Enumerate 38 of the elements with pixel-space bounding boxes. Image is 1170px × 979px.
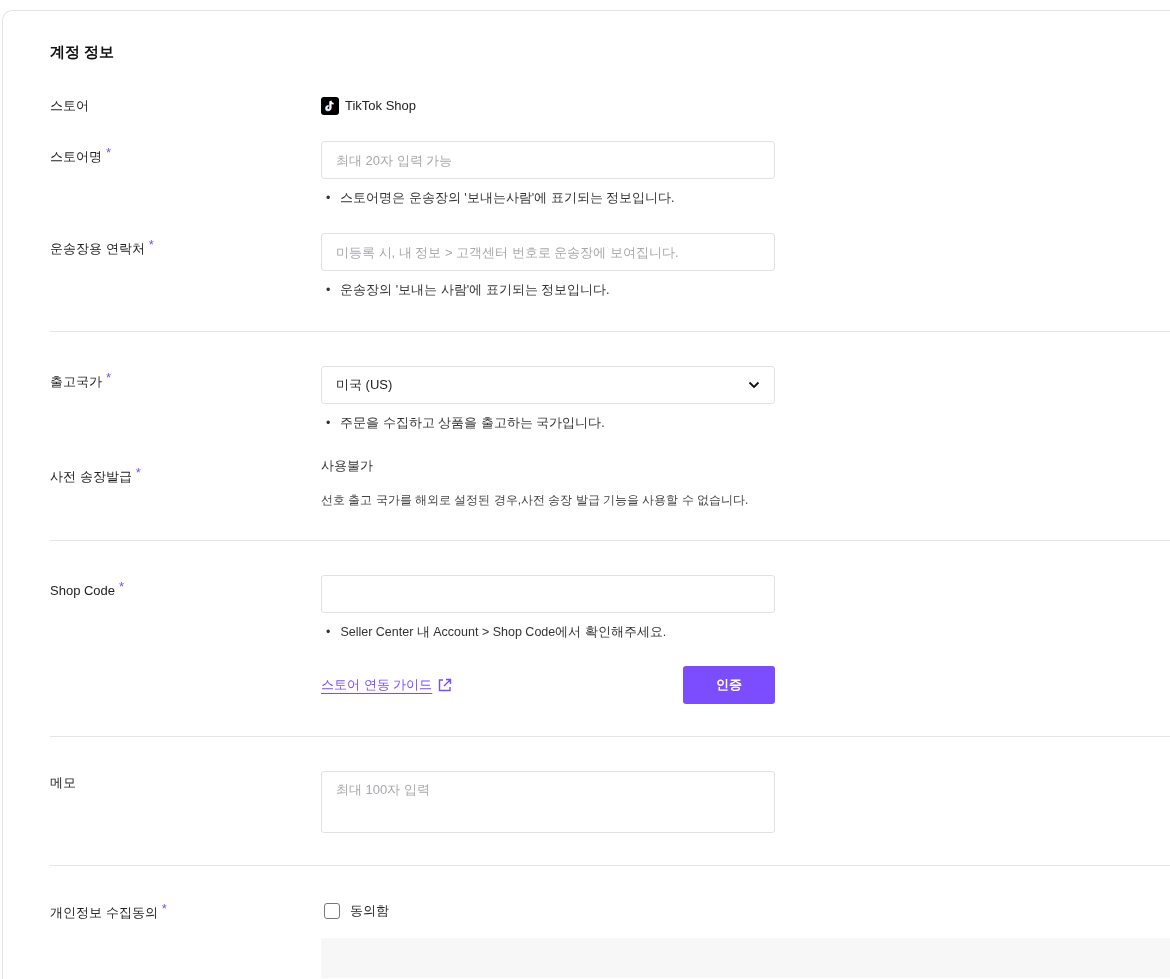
field-label: Shop Code [50, 583, 116, 598]
music-note-logo-icon [321, 97, 339, 115]
field-label: 스토어명 [50, 149, 102, 164]
required-mark: * [148, 237, 154, 252]
bullet: • [326, 624, 331, 641]
required-mark: * [106, 370, 112, 385]
country-dropdown[interactable]: 미국 (US) [321, 366, 775, 404]
input-field[interactable]: 최대 20자 입력 가능 [321, 141, 775, 179]
checkbox[interactable] [324, 903, 340, 919]
memo-field[interactable]: 최대 100자 입력 [321, 771, 775, 833]
bullet: • [326, 415, 331, 432]
description-text: 선호 출고 국가를 해외로 설정된 경우,사전 송장 발급 기능을 사용할 수 없습니다. [321, 492, 750, 508]
input-field[interactable] [321, 575, 775, 613]
hint-text: 스토어명은 운송장의 '보내는사람'에 표기되는 정보입니다. [340, 190, 675, 207]
field-label: 운송장용 연락처 [50, 241, 145, 256]
field-label: 출고국가 [50, 374, 102, 389]
input-field[interactable]: 미등록 시, 내 정보 > 고객센터 번호로 운송장에 보여집니다. [321, 233, 775, 271]
required-mark: * [119, 579, 125, 594]
required-mark: * [161, 901, 167, 916]
checkbox-label: 동의함 [350, 902, 389, 920]
section-title: 계정 정보 [50, 42, 116, 62]
field-label: 사전 송장발급 [50, 469, 132, 484]
field-label: 메모 [50, 775, 76, 790]
verify-button[interactable]: 인증 [683, 666, 775, 704]
guide-link[interactable]: 스토어 연동 가이드 [321, 676, 433, 694]
field-label: 개인정보 수집동의 [50, 905, 158, 920]
hint-text: 주문을 수집하고 상품을 출고하는 국가입니다. [340, 415, 605, 432]
bullet: • [326, 190, 331, 207]
hint-text: Seller Center 내 Account > Shop Code에서 확인해주세요. [340, 624, 667, 641]
required-mark: * [135, 465, 141, 480]
field-label: 스토어 [50, 98, 89, 113]
chevron-down-icon [748, 381, 760, 389]
external-link-icon [437, 677, 453, 693]
bullet: • [326, 282, 331, 299]
required-mark: * [106, 145, 112, 160]
status-text: 사용불가 [321, 458, 374, 474]
store-name: TikTok Shop [345, 97, 417, 115]
hint-text: 운송장의 '보내는 사람'에 표기되는 정보입니다. [340, 282, 610, 299]
